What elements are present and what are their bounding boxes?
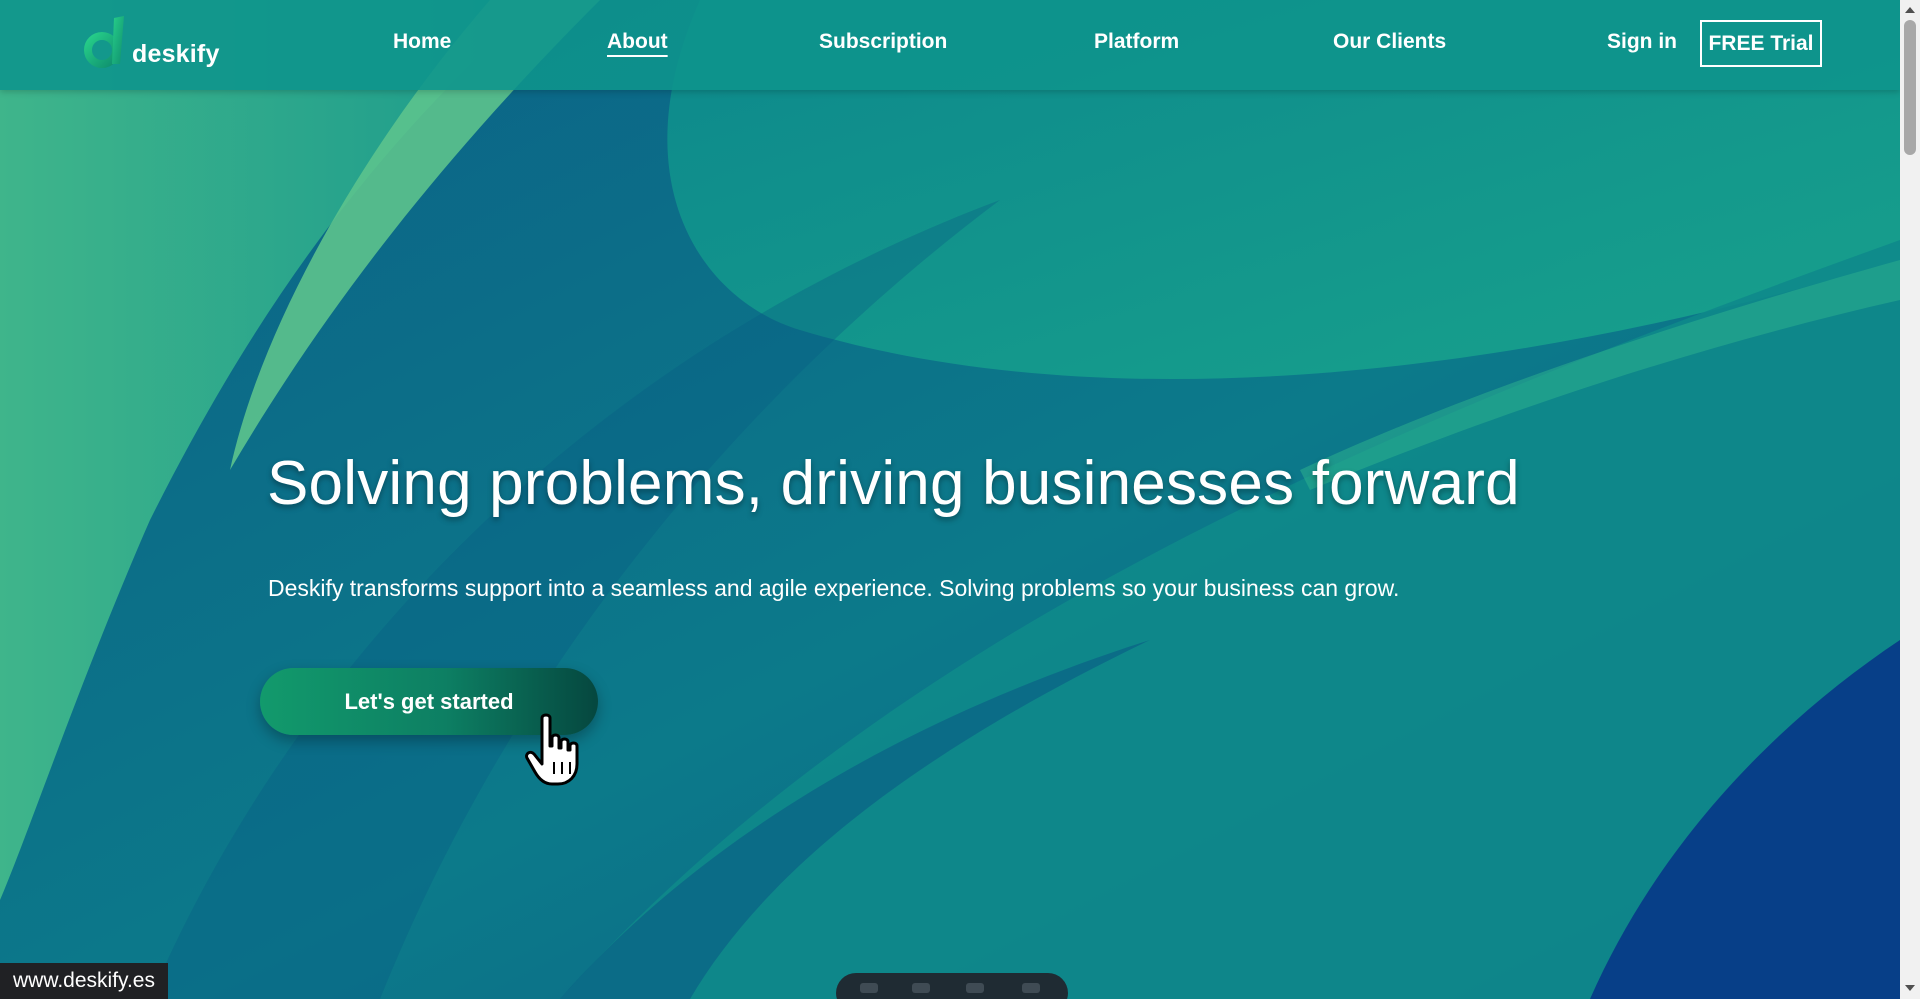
toolbar-icon (1022, 983, 1040, 993)
bottom-toolbar[interactable] (836, 973, 1068, 999)
vertical-scrollbar[interactable] (1900, 0, 1920, 999)
scroll-down-icon[interactable] (1905, 985, 1915, 991)
toolbar-icon (966, 983, 984, 993)
page: deskify Home About Subscription Platform… (0, 0, 1920, 999)
status-bar-url: www.deskify.es (0, 963, 168, 999)
free-trial-button[interactable]: FREE Trial (1700, 20, 1822, 67)
logo[interactable]: deskify (84, 14, 224, 74)
nav-our-clients[interactable]: Our Clients (1333, 30, 1446, 54)
sign-in-link[interactable]: Sign in (1607, 30, 1677, 54)
nav-about[interactable]: About (607, 30, 668, 54)
nav-subscription[interactable]: Subscription (819, 30, 947, 54)
hero-title: Solving problems, driving businesses for… (267, 449, 1520, 518)
hand-cursor-icon (525, 713, 579, 786)
site-header: deskify Home About Subscription Platform… (0, 0, 1900, 90)
deskify-logo-icon (84, 16, 124, 68)
nav-platform[interactable]: Platform (1094, 30, 1179, 54)
hero-subtitle: Deskify transforms support into a seamle… (268, 575, 1400, 601)
toolbar-icon (860, 983, 878, 993)
nav-home[interactable]: Home (393, 30, 451, 54)
scroll-up-icon[interactable] (1905, 7, 1915, 13)
logo-text: deskify (132, 40, 220, 68)
toolbar-icon (912, 983, 930, 993)
scroll-thumb[interactable] (1904, 20, 1916, 155)
